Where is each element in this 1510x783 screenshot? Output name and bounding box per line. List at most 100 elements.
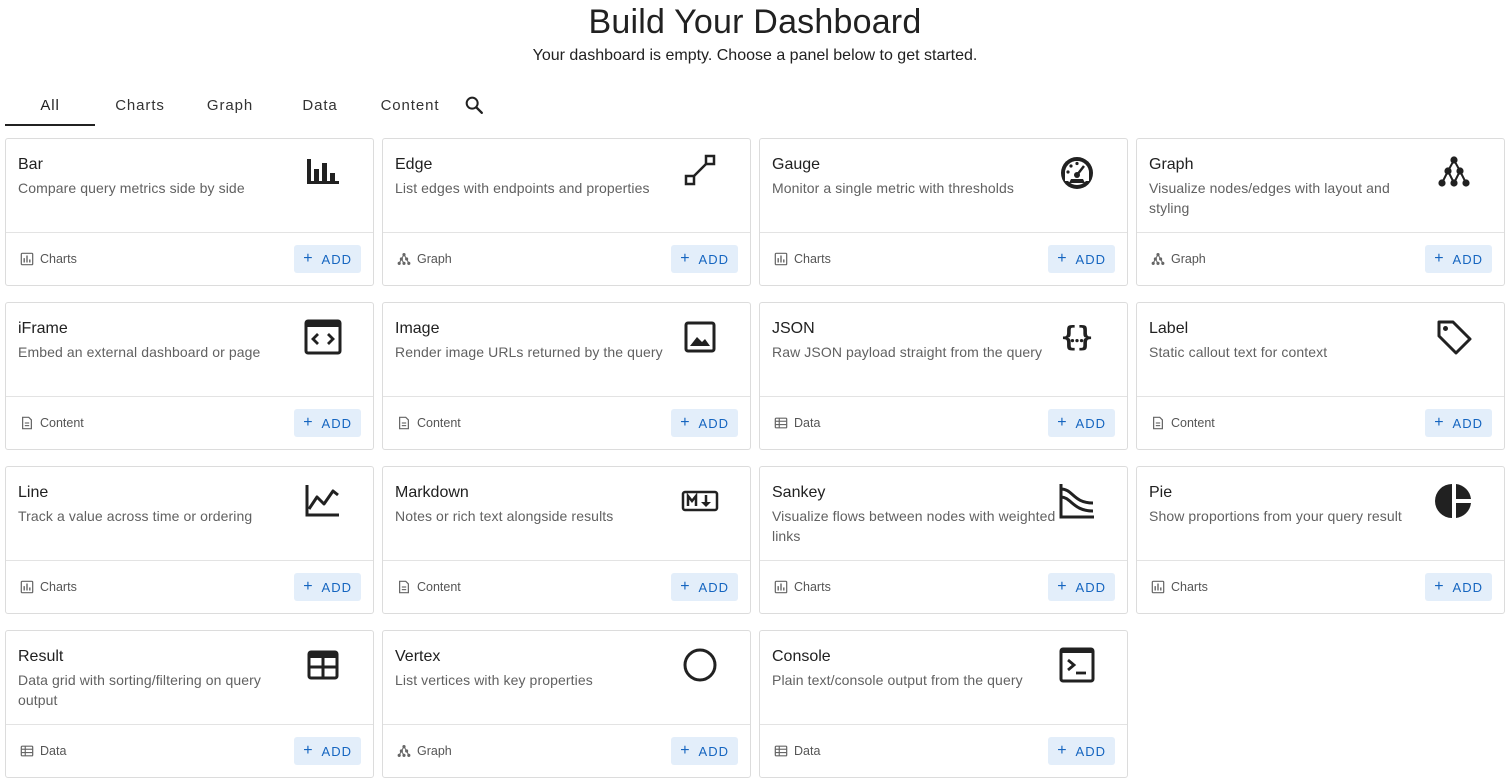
add-button-label: ADD — [1452, 251, 1483, 267]
category-tabs: All Charts Graph Data Content — [5, 84, 493, 126]
tab-data[interactable]: Data — [275, 84, 365, 126]
card-footer: Content + ADD — [383, 561, 750, 613]
plus-icon: + — [1434, 414, 1445, 431]
add-button-label: ADD — [1075, 579, 1106, 595]
category-label: Graph — [397, 252, 452, 266]
card-header: Vertex List vertices with key properties — [383, 631, 750, 725]
plus-icon: + — [303, 742, 314, 759]
add-edge-button[interactable]: + ADD — [671, 245, 738, 273]
add-button-label: ADD — [1075, 251, 1106, 267]
panel-card-image: Image Render image URLs returned by the q… — [382, 302, 751, 450]
panel-description: Notes or rich text alongside results — [395, 508, 614, 524]
panel-grid: Bar Compare query metrics side by side Cha… — [5, 138, 1505, 778]
search-button[interactable] — [455, 84, 493, 126]
svg-text:{}: {} — [1061, 322, 1094, 353]
add-sankey-button[interactable]: + ADD — [1048, 573, 1115, 601]
add-iframe-button[interactable]: + ADD — [294, 409, 361, 437]
add-label-button[interactable]: + ADD — [1425, 409, 1492, 437]
panel-card-label: Label Static callout text for context Cont… — [1136, 302, 1505, 450]
add-json-button[interactable]: + ADD — [1048, 409, 1115, 437]
code-window-icon — [303, 317, 343, 357]
table-category-icon — [774, 416, 788, 430]
terminal-icon — [1057, 645, 1097, 685]
panel-description: Raw JSON payload straight from the query — [772, 344, 1043, 360]
add-pie-button[interactable]: + ADD — [1425, 573, 1492, 601]
category-label: Charts — [20, 580, 77, 594]
panel-description: Embed an external dashboard or page — [18, 344, 261, 360]
category-label: Data — [774, 416, 820, 430]
markdown-icon — [680, 481, 720, 521]
category-text: Graph — [417, 252, 452, 266]
card-header: Pie Show proportions from your query resu… — [1137, 467, 1504, 561]
plus-icon: + — [1057, 414, 1068, 431]
panel-card-markdown: Markdown Notes or rich text alongside res… — [382, 466, 751, 614]
panel-card-json: JSON Raw JSON payload straight from the q… — [759, 302, 1128, 450]
add-button-label: ADD — [1452, 415, 1483, 431]
card-header: Console Plain text/console output from th… — [760, 631, 1127, 725]
category-text: Content — [1171, 416, 1215, 430]
plus-icon: + — [680, 250, 691, 267]
graph-category-icon — [397, 744, 411, 758]
add-vertex-button[interactable]: + ADD — [671, 737, 738, 765]
add-markdown-button[interactable]: + ADD — [671, 573, 738, 601]
card-footer: Content + ADD — [1137, 397, 1504, 449]
category-label: Charts — [20, 252, 77, 266]
card-footer: Content + ADD — [383, 397, 750, 449]
tab-all[interactable]: All — [5, 84, 95, 126]
add-gauge-button[interactable]: + ADD — [1048, 245, 1115, 273]
chart-category-icon — [774, 252, 788, 266]
page-title: Build Your Dashboard — [588, 3, 922, 41]
card-header: Label Static callout text for context — [1137, 303, 1504, 397]
chart-category-icon — [1151, 580, 1165, 594]
category-label: Graph — [397, 744, 452, 758]
add-line-button[interactable]: + ADD — [294, 573, 361, 601]
add-button-label: ADD — [698, 251, 729, 267]
add-graph-button[interactable]: + ADD — [1425, 245, 1492, 273]
category-label: Graph — [1151, 252, 1206, 266]
category-label: Charts — [774, 580, 831, 594]
tab-charts[interactable]: Charts — [95, 84, 185, 126]
image-icon — [680, 317, 720, 357]
panel-description: Compare query metrics side by side — [18, 180, 245, 196]
add-image-button[interactable]: + ADD — [671, 409, 738, 437]
category-text: Charts — [794, 252, 831, 266]
panel-description: Render image URLs returned by the query — [395, 344, 663, 360]
add-result-button[interactable]: + ADD — [294, 737, 361, 765]
tab-graph[interactable]: Graph — [185, 84, 275, 126]
plus-icon: + — [680, 578, 691, 595]
category-text: Graph — [417, 744, 452, 758]
plus-icon: + — [1057, 250, 1068, 267]
card-footer: Charts + ADD — [6, 233, 373, 285]
chart-category-icon — [774, 580, 788, 594]
pie-chart-icon — [1434, 481, 1474, 521]
add-button-label: ADD — [321, 251, 352, 267]
plus-icon: + — [1434, 250, 1445, 267]
add-button-label: ADD — [321, 579, 352, 595]
category-label: Content — [397, 416, 461, 430]
card-header: Bar Compare query metrics side by side — [6, 139, 373, 233]
card-footer: Data + ADD — [760, 725, 1127, 777]
document-category-icon — [397, 580, 411, 594]
category-text: Charts — [40, 580, 77, 594]
card-header: Sankey Visualize flows between nodes with… — [760, 467, 1127, 561]
category-text: Data — [794, 416, 821, 430]
card-footer: Charts + ADD — [760, 561, 1127, 613]
panel-card-console: Console Plain text/console output from th… — [759, 630, 1128, 778]
card-footer: Data + ADD — [6, 725, 373, 777]
plus-icon: + — [680, 742, 691, 759]
add-console-button[interactable]: + ADD — [1048, 737, 1115, 765]
tab-content[interactable]: Content — [365, 84, 455, 126]
bar-chart-icon — [303, 153, 343, 193]
category-text: Data — [40, 744, 67, 758]
add-bar-button[interactable]: + ADD — [294, 245, 361, 273]
circle-icon — [680, 645, 720, 685]
add-button-label: ADD — [1075, 415, 1106, 431]
category-label: Data — [774, 744, 820, 758]
plus-icon: + — [303, 414, 314, 431]
panel-description: List vertices with key properties — [395, 672, 593, 688]
category-label: Charts — [774, 252, 831, 266]
card-header: Markdown Notes or rich text alongside res… — [383, 467, 750, 561]
plus-icon: + — [680, 414, 691, 431]
plus-icon: + — [1434, 578, 1445, 595]
card-footer: Graph + ADD — [383, 725, 750, 777]
